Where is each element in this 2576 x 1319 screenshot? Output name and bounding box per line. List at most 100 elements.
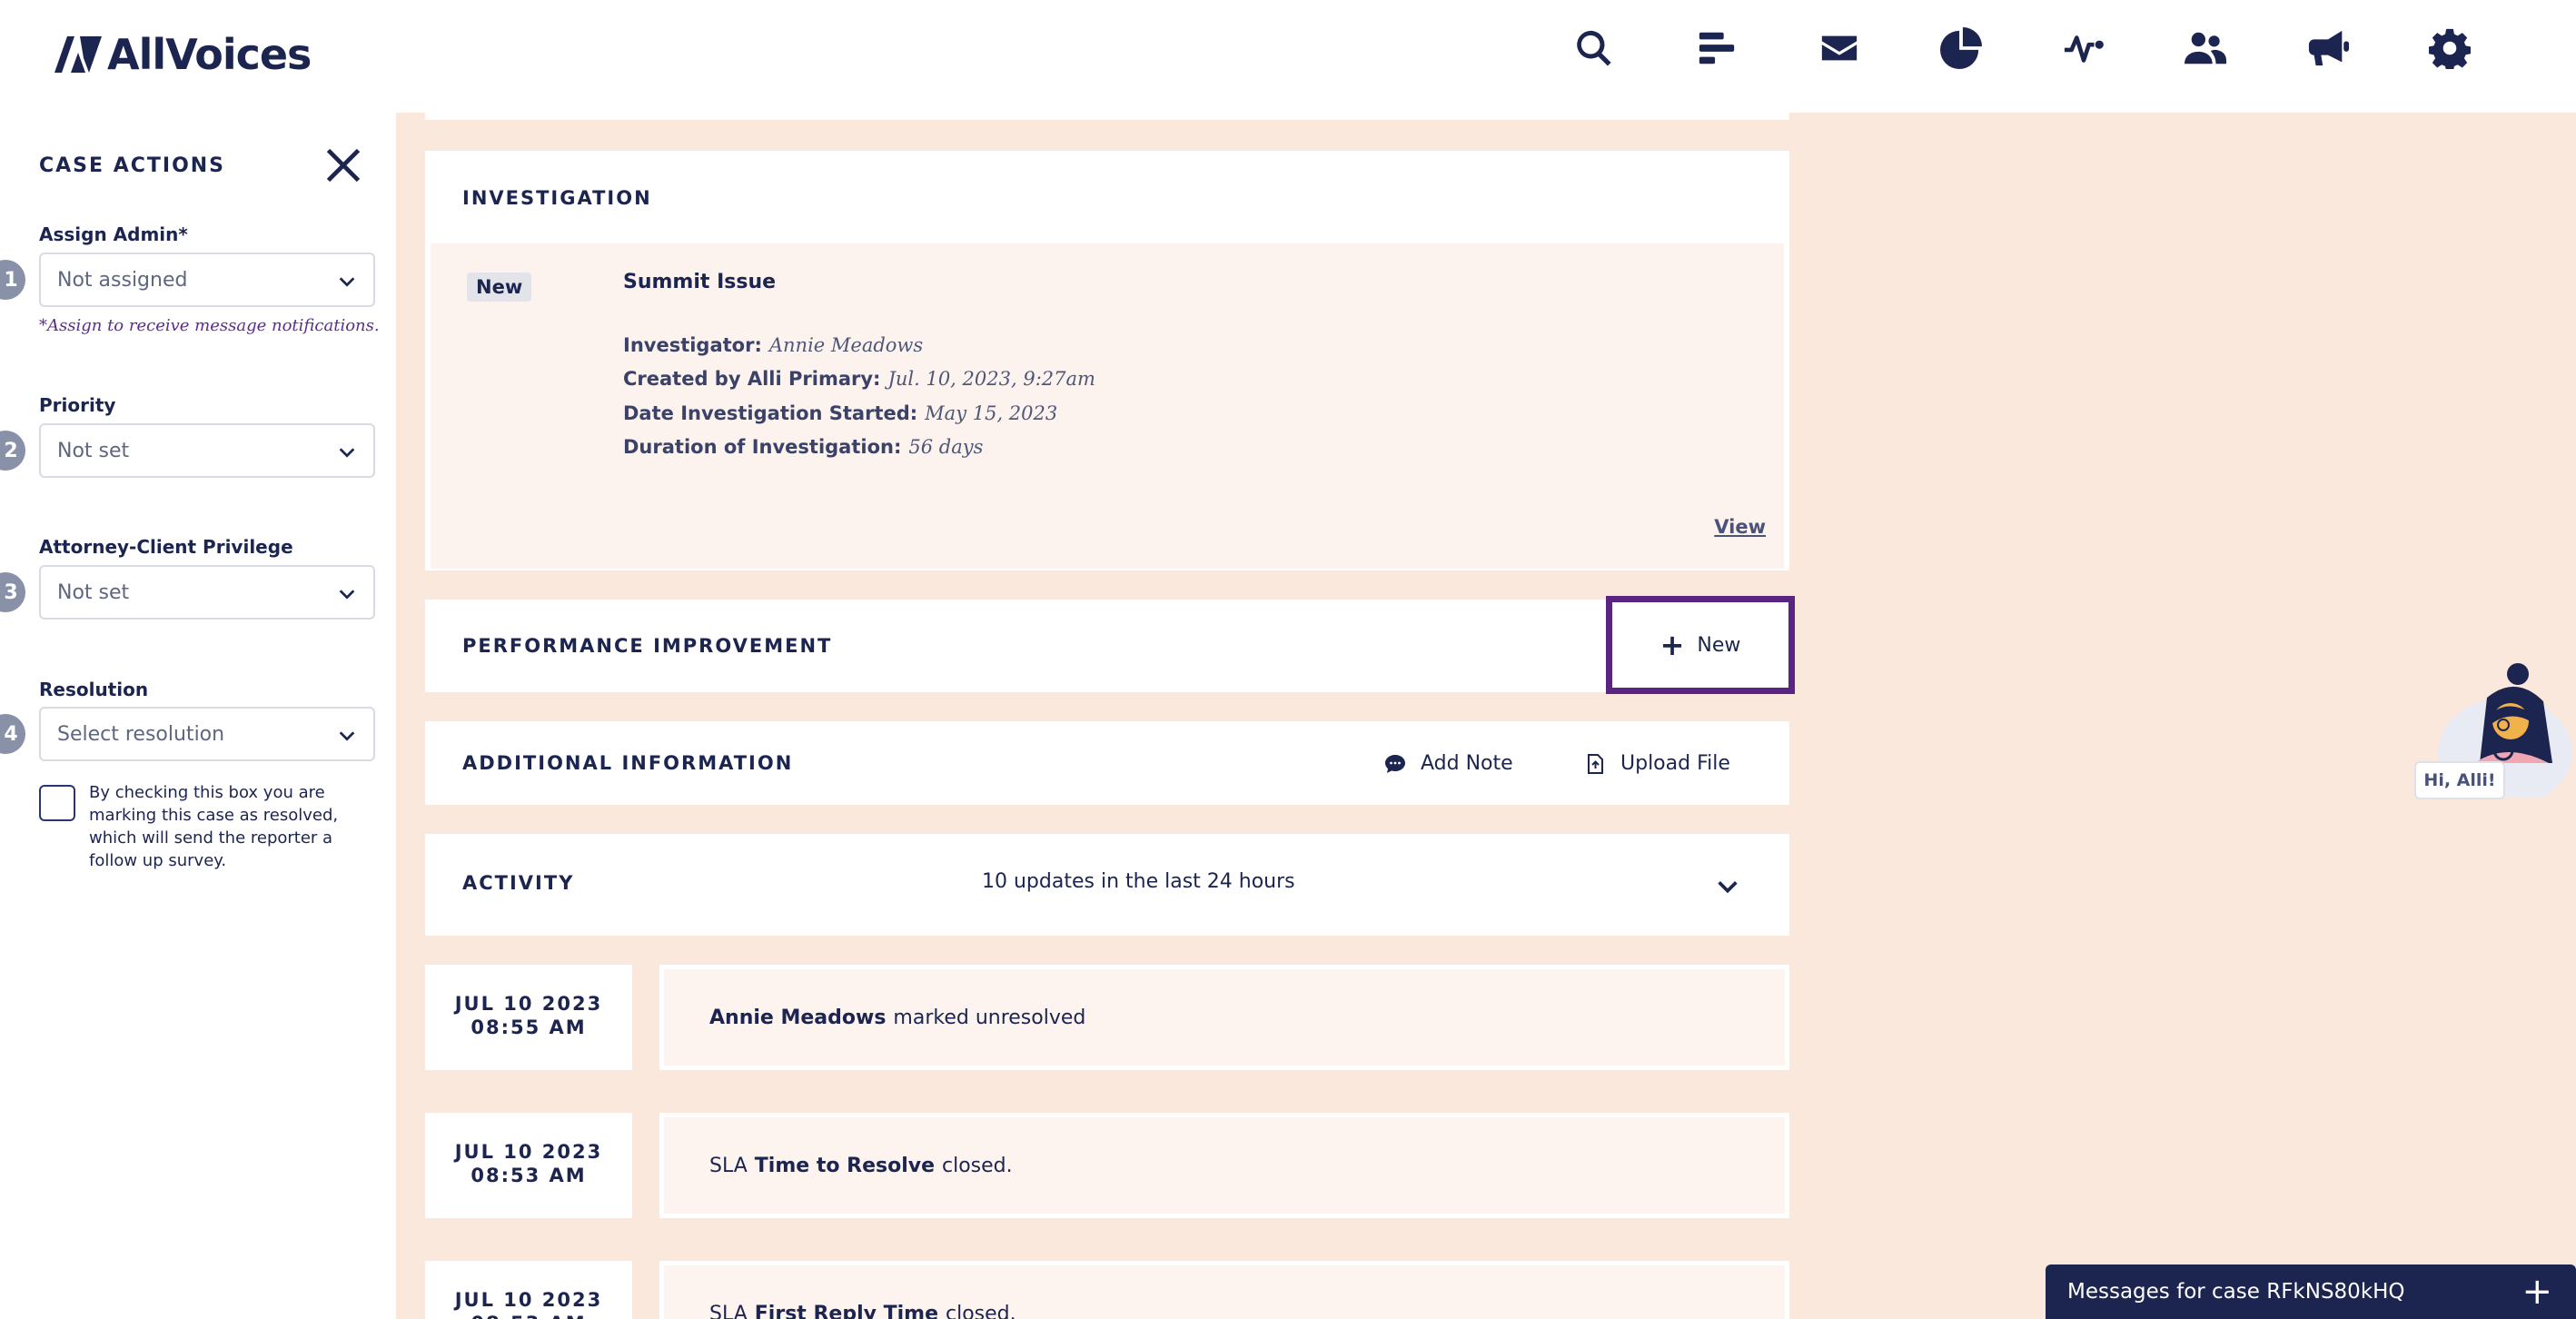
assign-admin-hint: *Assign to receive message notifications… <box>39 316 380 335</box>
started-label: Date Investigation Started: <box>623 402 918 424</box>
priority-label: Priority <box>39 394 116 416</box>
upload-file-label: Upload File <box>1620 752 1730 775</box>
case-messages-label: Messages for case RFkNS80kHQ <box>2067 1280 2405 1304</box>
activity-entry-text: marked unresolved <box>893 1006 1086 1029</box>
nav-announcements-button[interactable] <box>2300 20 2356 76</box>
nav-users-button[interactable] <box>2177 20 2234 76</box>
nav-reports-button[interactable] <box>1689 20 1745 76</box>
allvoices-logo[interactable]: AllVoices <box>53 27 312 82</box>
gear-icon <box>2429 28 2471 69</box>
add-note-button[interactable]: Add Note <box>1384 752 1513 775</box>
activity-date: JUL 10 2023 08:53 AM <box>425 1113 632 1218</box>
resolve-checkbox-text: By checking this box you are marking thi… <box>89 783 339 870</box>
additional-information-card: ADDITIONAL INFORMATION Add Note Upload F… <box>425 721 1789 805</box>
step-badge-3: 3 <box>0 572 25 612</box>
mail-icon <box>1821 35 1858 61</box>
activity-entry-subject: First Reply Time <box>754 1302 939 1319</box>
assign-admin-label: Assign Admin* <box>39 223 188 245</box>
activity-date-time: 08:55 AM <box>471 1017 587 1038</box>
assistant-greeting[interactable]: Hi, Alli! <box>2414 761 2505 799</box>
chevron-down-icon <box>339 277 355 287</box>
nav-settings-button[interactable] <box>2422 20 2478 76</box>
step-badge-1: 1 <box>0 260 25 300</box>
new-button-label: New <box>1697 633 1741 657</box>
started-value: May 15, 2023 <box>925 402 1058 424</box>
add-note-label: Add Note <box>1421 752 1513 775</box>
step-badge-2: 2 <box>0 431 25 471</box>
investigator-row: Investigator: Annie Meadows <box>623 334 923 356</box>
nav-analytics-button[interactable] <box>1933 20 1989 76</box>
status-badge: New <box>467 273 532 302</box>
activity-date: JUL 10 2023 08:53 AM <box>425 1261 632 1319</box>
previous-card-bottom <box>425 98 1789 120</box>
investigation-title: INVESTIGATION <box>462 187 652 209</box>
allvoices-logo-icon <box>54 36 102 73</box>
investigator-value: Annie Meadows <box>768 334 924 356</box>
activity-date-time: 08:53 AM <box>425 1312 632 1319</box>
activity-entry-text: closed. <box>942 1154 1013 1177</box>
plus-icon[interactable]: + <box>2522 1274 2552 1310</box>
privilege-label: Attorney-Client Privilege <box>39 536 293 558</box>
chevron-down-icon <box>339 590 355 600</box>
privilege-select[interactable]: Not set <box>39 565 375 620</box>
activity-date-time: 08:53 AM <box>471 1165 587 1186</box>
megaphone-icon <box>2308 30 2349 66</box>
priority-value: Not set <box>57 439 130 462</box>
chevron-down-icon <box>339 731 355 741</box>
users-icon <box>2185 32 2226 64</box>
pulse-icon <box>2064 35 2104 63</box>
activity-title: ACTIVITY <box>462 872 575 894</box>
assign-admin-select[interactable]: Not assigned <box>39 253 375 307</box>
pie-chart-icon <box>1940 27 1982 69</box>
step-badge-4: 4 <box>0 714 25 754</box>
case-actions-title: CASE ACTIONS <box>39 154 226 177</box>
created-row: Created by Alli Primary: Jul. 10, 2023, 9… <box>623 368 1095 390</box>
activity-date-day: JUL 10 2023 <box>454 1141 603 1163</box>
case-messages-bar[interactable]: Messages for case RFkNS80kHQ + <box>2046 1264 2576 1319</box>
resolve-checkbox[interactable] <box>39 785 75 821</box>
activity-entry-actor: Annie Meadows <box>709 1006 887 1029</box>
activity-date: JUL 10 2023 08:55 AM <box>425 965 632 1070</box>
view-investigation-link[interactable]: View <box>1714 516 1766 538</box>
resolution-label: Resolution <box>39 679 149 700</box>
nav-search-button[interactable] <box>1566 20 1622 76</box>
performance-improvement-card: PERFORMANCE IMPROVEMENT <box>425 600 1789 692</box>
upload-file-icon <box>1588 753 1603 774</box>
brand-name: AllVoices <box>107 30 312 79</box>
nav-inbox-button[interactable] <box>1811 20 1868 76</box>
activity-entry: SLA Time to Resolve closed. <box>659 1113 1789 1218</box>
chevron-down-icon[interactable] <box>1715 874 1740 899</box>
comment-icon <box>1385 754 1405 773</box>
duration-label: Duration of Investigation: <box>623 436 902 458</box>
activity-date-day: JUL 10 2023 <box>454 993 603 1015</box>
duration-row: Duration of Investigation: 56 days <box>623 436 983 458</box>
activity-date-day: JUL 10 2023 <box>454 1289 603 1311</box>
upload-file-button[interactable]: Upload File <box>1584 752 1730 775</box>
close-icon[interactable] <box>323 145 363 185</box>
started-row: Date Investigation Started: May 15, 2023 <box>623 402 1057 424</box>
created-value: Jul. 10, 2023, 9:27am <box>887 368 1095 390</box>
nav-pulse-button[interactable] <box>2056 20 2112 76</box>
plus-icon: + <box>1660 628 1685 662</box>
new-performance-improvement-button[interactable]: + New <box>1606 596 1795 694</box>
activity-entry-text: closed. <box>946 1302 1016 1319</box>
resolution-value: Select resolution <box>57 722 225 746</box>
top-nav-bar: AllVoices <box>0 0 2576 113</box>
activity-entry-subject: Time to Resolve <box>754 1154 935 1177</box>
investigation-item: New Summit Issue Investigator: Annie Mead… <box>431 243 1784 569</box>
investigation-card: INVESTIGATION New Summit Issue Investiga… <box>425 151 1789 570</box>
activity-entry: Annie Meadows marked unresolved <box>659 965 1789 1070</box>
assign-admin-value: Not assigned <box>57 268 188 292</box>
activity-summary: 10 updates in the last 24 hours <box>982 870 1295 893</box>
activity-entry-prefix: SLA <box>709 1154 748 1177</box>
performance-improvement-title: PERFORMANCE IMPROVEMENT <box>462 635 833 657</box>
activity-entry: SLA First Reply Time closed. <box>659 1261 1789 1319</box>
duration-value: 56 days <box>908 436 984 458</box>
activity-entry-prefix: SLA <box>709 1302 748 1319</box>
priority-select[interactable]: Not set <box>39 423 375 478</box>
search-icon <box>1577 30 1611 66</box>
resolution-select[interactable]: Select resolution <box>39 707 375 761</box>
investigation-name: Summit Issue <box>623 271 777 293</box>
privilege-value: Not set <box>57 580 130 604</box>
activity-card[interactable]: ACTIVITY 10 updates in the last 24 hours <box>425 834 1789 936</box>
